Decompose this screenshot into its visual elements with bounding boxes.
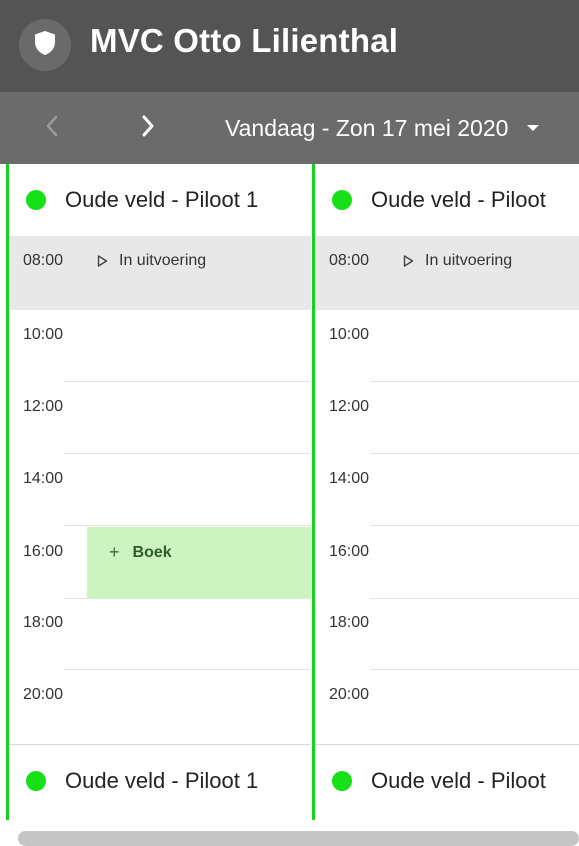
plus-icon: + bbox=[109, 542, 120, 562]
time-slot[interactable]: 20:00 bbox=[315, 670, 579, 742]
horizontal-scrollbar[interactable] bbox=[18, 831, 579, 846]
status-text: In uitvoering bbox=[425, 252, 513, 269]
time-label: 12:00 bbox=[23, 398, 64, 415]
time-label: 14:00 bbox=[329, 470, 370, 487]
time-grid: 08:00 In uitvoering 10:00 12:00 14:00 16… bbox=[315, 236, 579, 744]
book-text: Boek bbox=[132, 543, 172, 561]
column-header: Oude veld - Piloot bbox=[315, 164, 579, 236]
time-label: 20:00 bbox=[329, 686, 370, 703]
time-slot[interactable]: 14:00 bbox=[315, 454, 579, 526]
column-footer: Oude veld - Piloot bbox=[315, 744, 579, 817]
status-dot-icon bbox=[332, 771, 352, 791]
previous-day-button[interactable] bbox=[36, 110, 68, 146]
date-picker-dropdown[interactable]: Vandaag - Zon 17 mei 2020 bbox=[225, 112, 540, 144]
time-slot[interactable]: 18:00 bbox=[9, 598, 311, 670]
time-label: 18:00 bbox=[329, 614, 370, 631]
column-footer: Oude veld - Piloot 1 bbox=[9, 744, 311, 817]
time-grid: 08:00 In uitvoering 10:00 12:00 14:00 16… bbox=[9, 236, 311, 744]
slot-divider bbox=[370, 525, 579, 526]
chevron-right-icon bbox=[140, 114, 156, 143]
book-slot-button[interactable]: + Boek bbox=[87, 527, 311, 599]
time-slot[interactable]: 16:00 bbox=[315, 527, 579, 599]
status-text: In uitvoering bbox=[119, 252, 207, 269]
time-slot[interactable]: 12:00 bbox=[315, 382, 579, 454]
time-label: 10:00 bbox=[329, 326, 370, 343]
date-navigation-bar: Vandaag - Zon 17 mei 2020 bbox=[0, 92, 579, 164]
time-slot[interactable]: 20:00 bbox=[9, 670, 311, 742]
time-slot[interactable]: 12:00 bbox=[9, 382, 311, 454]
shield-icon bbox=[34, 30, 56, 61]
app-root: MVC Otto Lilienthal Vandaag - Zon 17 mei… bbox=[0, 0, 579, 846]
play-icon bbox=[403, 255, 414, 267]
column-title: Oude veld - Piloot 1 bbox=[65, 187, 259, 212]
time-label: 10:00 bbox=[23, 326, 64, 343]
slot-divider bbox=[64, 525, 311, 526]
app-title: MVC Otto Lilienthal bbox=[90, 22, 399, 59]
column-title: Oude veld - Piloot bbox=[371, 187, 546, 212]
resource-column: Oude veld - Piloot 1 08:00 In uitvoering… bbox=[6, 164, 311, 820]
time-label: 14:00 bbox=[23, 470, 64, 487]
time-label: 16:00 bbox=[23, 543, 64, 560]
time-label: 08:00 bbox=[23, 252, 64, 269]
club-logo bbox=[19, 19, 71, 71]
chevron-left-icon bbox=[44, 114, 60, 143]
play-icon bbox=[97, 255, 108, 267]
time-slot[interactable]: 08:00 In uitvoering bbox=[315, 236, 579, 310]
active-period bbox=[315, 236, 579, 310]
time-slot[interactable]: 08:00 In uitvoering bbox=[9, 236, 311, 310]
active-period bbox=[9, 236, 311, 310]
date-label: Vandaag - Zon 17 mei 2020 bbox=[225, 114, 509, 141]
time-label: 12:00 bbox=[329, 398, 370, 415]
caret-down-icon bbox=[526, 123, 540, 133]
status-dot-icon bbox=[26, 771, 46, 791]
time-slot[interactable]: 10:00 bbox=[315, 310, 579, 382]
time-slot[interactable]: 14:00 bbox=[9, 454, 311, 526]
status-indicator: In uitvoering bbox=[403, 252, 512, 270]
time-label: 20:00 bbox=[23, 686, 64, 703]
resource-column: Oude veld - Piloot 08:00 In uitvoering 1… bbox=[312, 164, 579, 820]
time-label: 08:00 bbox=[329, 252, 370, 269]
time-slot[interactable]: 18:00 bbox=[315, 598, 579, 670]
status-indicator: In uitvoering bbox=[97, 252, 206, 270]
time-label: 18:00 bbox=[23, 614, 64, 631]
app-header: MVC Otto Lilienthal bbox=[0, 0, 579, 92]
column-footer-title: Oude veld - Piloot 1 bbox=[65, 768, 259, 793]
book-label: + Boek bbox=[109, 542, 172, 563]
status-dot-icon bbox=[26, 190, 46, 210]
column-footer-title: Oude veld - Piloot bbox=[371, 768, 546, 793]
column-header: Oude veld - Piloot 1 bbox=[9, 164, 311, 236]
next-day-button[interactable] bbox=[132, 110, 164, 146]
time-slot[interactable]: 10:00 bbox=[9, 310, 311, 382]
status-dot-icon bbox=[332, 190, 352, 210]
time-label: 16:00 bbox=[329, 543, 370, 560]
